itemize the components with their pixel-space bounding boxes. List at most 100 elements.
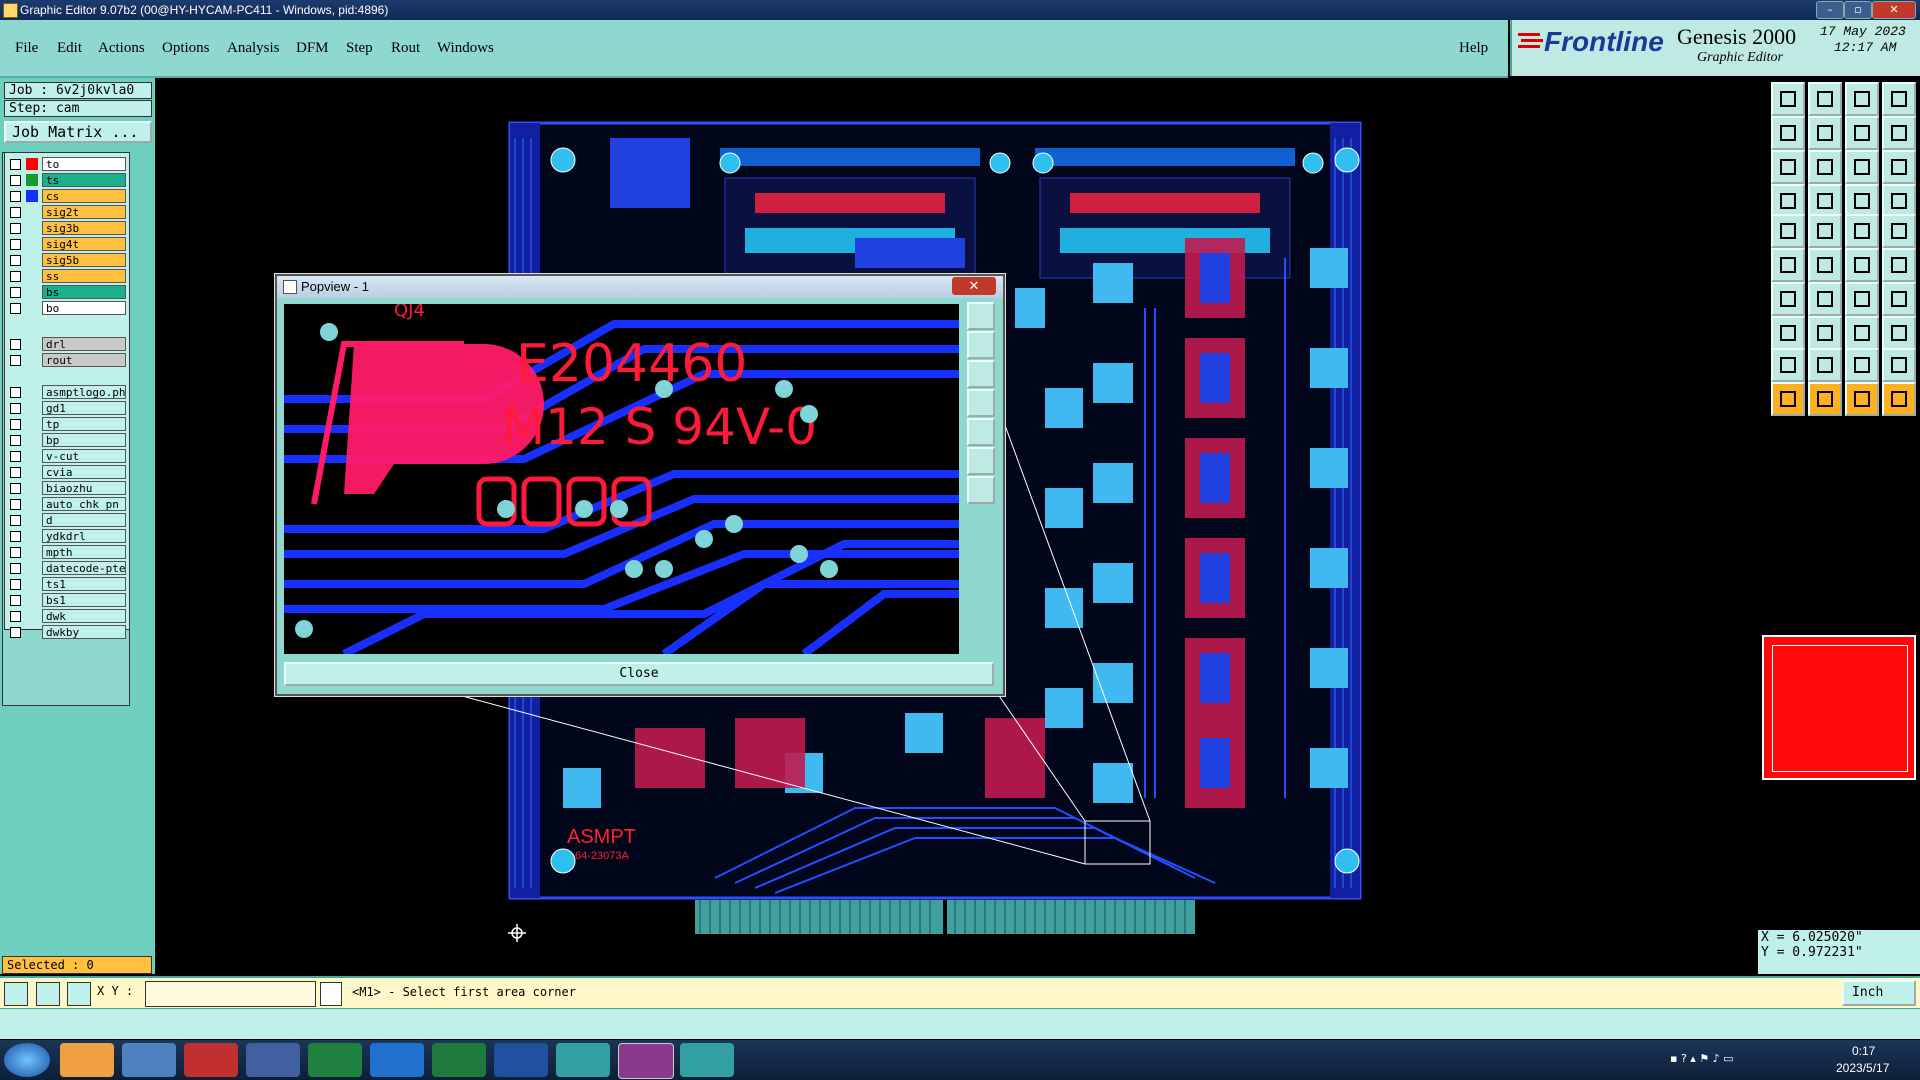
measure-tool-icon[interactable] bbox=[1845, 184, 1879, 218]
layer-color-swatch[interactable] bbox=[26, 302, 38, 314]
popview-tool-4-icon[interactable] bbox=[967, 389, 995, 417]
minimize-button[interactable]: – bbox=[1816, 1, 1844, 19]
mirror-tool-icon[interactable] bbox=[1845, 116, 1879, 150]
layer-color-swatch[interactable] bbox=[26, 338, 38, 350]
help-tool-icon[interactable] bbox=[1882, 150, 1916, 184]
layer-name[interactable]: d bbox=[42, 513, 126, 527]
layer-color-swatch[interactable] bbox=[26, 418, 38, 430]
layer-row[interactable]: auto_chk_pn bbox=[5, 497, 129, 512]
taskbar-x-icon[interactable] bbox=[618, 1043, 674, 1079]
pad-tool-icon[interactable] bbox=[1771, 316, 1805, 350]
layer-row[interactable]: bs bbox=[5, 285, 129, 300]
select-d-tool-icon[interactable] bbox=[1882, 382, 1916, 416]
layer-checkbox[interactable] bbox=[10, 419, 21, 430]
layer-row[interactable]: cvia bbox=[5, 465, 129, 480]
layer-row[interactable]: dwkby bbox=[5, 625, 129, 640]
layer-row[interactable]: mpth bbox=[5, 545, 129, 560]
layer-name[interactable]: asmptlogo.ph bbox=[42, 385, 126, 399]
layer-checkbox[interactable] bbox=[10, 467, 21, 478]
layer-color-swatch[interactable] bbox=[26, 482, 38, 494]
measure-mode-icon[interactable] bbox=[36, 982, 60, 1006]
layer-checkbox[interactable] bbox=[10, 547, 21, 558]
layer-row[interactable]: rout bbox=[5, 353, 129, 368]
layer-checkbox[interactable] bbox=[10, 451, 21, 462]
layer-color-swatch[interactable] bbox=[26, 174, 38, 186]
layer-checkbox[interactable] bbox=[10, 563, 21, 574]
xy-input[interactable] bbox=[145, 981, 316, 1007]
arc-tool-icon[interactable] bbox=[1845, 282, 1879, 316]
layer-name[interactable]: dwkby bbox=[42, 625, 126, 639]
layer-row[interactable]: d bbox=[5, 513, 129, 528]
layer-checkbox[interactable] bbox=[10, 175, 21, 186]
layer-color-swatch[interactable] bbox=[26, 402, 38, 414]
layer-name[interactable]: ss bbox=[42, 269, 126, 283]
layer-name[interactable]: biaozhu bbox=[42, 481, 126, 495]
layer-name[interactable]: drl bbox=[42, 337, 126, 351]
triangle-b-tool-icon[interactable] bbox=[1808, 348, 1842, 382]
popview-close-button[interactable]: Close bbox=[284, 662, 994, 686]
layer-checkbox[interactable] bbox=[10, 287, 21, 298]
layer-name[interactable]: rout bbox=[42, 353, 126, 367]
layer-checkbox[interactable] bbox=[10, 303, 21, 314]
system-tray-icons[interactable]: ▪ ? ▴ ⚑ ♪ ▭ bbox=[1670, 1052, 1820, 1068]
taskbar-messenger-icon[interactable] bbox=[370, 1043, 424, 1077]
bar-tool-icon[interactable] bbox=[1808, 316, 1842, 350]
ratio-tool-icon[interactable] bbox=[1845, 150, 1879, 184]
taskbar-app-icon[interactable] bbox=[184, 1043, 238, 1077]
layer-row[interactable]: v-cut bbox=[5, 449, 129, 464]
layer-name[interactable]: ts bbox=[42, 173, 126, 187]
layer-color-swatch[interactable] bbox=[26, 270, 38, 282]
layer-checkbox[interactable] bbox=[10, 499, 21, 510]
popview-tool-3-icon[interactable] bbox=[967, 360, 995, 388]
cross-tool-icon[interactable] bbox=[1808, 248, 1842, 282]
menu-edit[interactable]: Edit bbox=[57, 40, 82, 57]
layer-row[interactable]: bs1 bbox=[5, 593, 129, 608]
menu-rout[interactable]: Rout bbox=[391, 40, 420, 57]
layer-name[interactable]: mpth bbox=[42, 545, 126, 559]
layer-checkbox[interactable] bbox=[10, 339, 21, 350]
layer-color-swatch[interactable] bbox=[26, 450, 38, 462]
layer-color-swatch[interactable] bbox=[26, 158, 38, 170]
layer-checkbox[interactable] bbox=[10, 223, 21, 234]
swap-tool-icon[interactable] bbox=[1882, 316, 1916, 350]
layer-row[interactable]: cs bbox=[5, 189, 129, 204]
popview-titlebar[interactable]: Popview - 1 ✕ bbox=[277, 276, 1003, 298]
layer-color-swatch[interactable] bbox=[26, 594, 38, 606]
align-tool-icon[interactable] bbox=[1882, 116, 1916, 150]
menu-options[interactable]: Options bbox=[162, 40, 210, 57]
layer-color-swatch[interactable] bbox=[26, 206, 38, 218]
layer-color-swatch[interactable] bbox=[26, 190, 38, 202]
layer-row[interactable]: ts bbox=[5, 173, 129, 188]
units-select[interactable]: Inch bbox=[1842, 980, 1916, 1006]
layer-checkbox[interactable] bbox=[10, 579, 21, 590]
layer-row[interactable]: tp bbox=[5, 417, 129, 432]
layer-color-swatch[interactable] bbox=[26, 222, 38, 234]
layer-checkbox[interactable] bbox=[10, 271, 21, 282]
popview-tool-5-icon[interactable] bbox=[967, 418, 995, 446]
grid-tool-icon[interactable] bbox=[1808, 184, 1842, 218]
popview-tool-6-icon[interactable] bbox=[967, 447, 995, 475]
layer-row[interactable]: dwk bbox=[5, 609, 129, 624]
layer-row[interactable]: sig4t bbox=[5, 237, 129, 252]
popview-close-icon[interactable]: ✕ bbox=[952, 277, 996, 295]
layer-name[interactable]: sig2t bbox=[42, 205, 126, 219]
cursor-toggle-icon[interactable] bbox=[320, 982, 342, 1006]
layer-checkbox[interactable] bbox=[10, 627, 21, 638]
layer-name[interactable]: sig3b bbox=[42, 221, 126, 235]
fit-tool-icon[interactable] bbox=[1771, 150, 1805, 184]
triangle-tool-icon[interactable] bbox=[1771, 348, 1805, 382]
layer-checkbox[interactable] bbox=[10, 255, 21, 266]
layer-color-swatch[interactable] bbox=[26, 286, 38, 298]
layer-row[interactable]: ydkdrl bbox=[5, 529, 129, 544]
layer-color-swatch[interactable] bbox=[26, 386, 38, 398]
layer-name[interactable]: dwk bbox=[42, 609, 126, 623]
layer-name[interactable]: bs1 bbox=[42, 593, 126, 607]
taskbar-word-icon[interactable] bbox=[494, 1043, 548, 1077]
layer-row[interactable]: ts1 bbox=[5, 577, 129, 592]
popview-canvas[interactable]: E204460 M12 S 94V-0 QJ4 bbox=[284, 304, 959, 654]
layer-row[interactable]: datecode-pte bbox=[5, 561, 129, 576]
select-c-tool-icon[interactable] bbox=[1845, 382, 1879, 416]
layer-name[interactable]: auto_chk_pn bbox=[42, 497, 126, 511]
layer-name[interactable]: bp bbox=[42, 433, 126, 447]
layer-row[interactable]: asmptlogo.ph bbox=[5, 385, 129, 400]
